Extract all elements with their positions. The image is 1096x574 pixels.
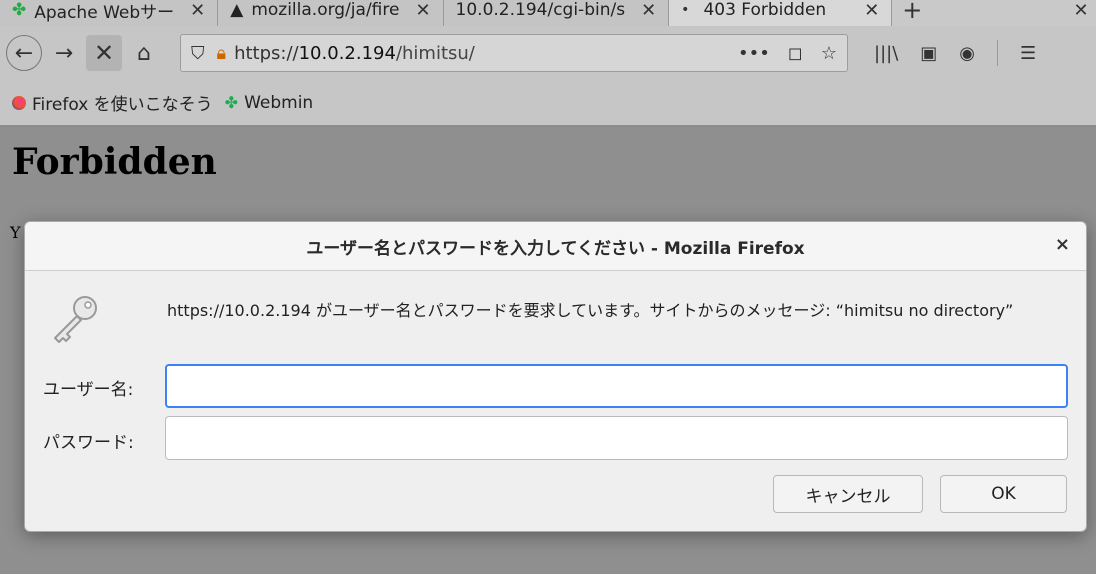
bookmark-webmin[interactable]: ✤ Webmin — [225, 93, 314, 113]
page-paragraph: Y — [10, 223, 21, 242]
username-field[interactable] — [165, 364, 1068, 408]
new-tab-button[interactable]: + — [892, 0, 932, 26]
username-label: ユーザー名: — [43, 380, 134, 400]
password-field[interactable] — [165, 416, 1068, 460]
tab-close-icon[interactable]: ✕ — [415, 0, 430, 21]
pocket-icon[interactable]: ◻ — [788, 43, 803, 64]
webmin-icon: ✤ — [224, 93, 239, 112]
dialog-title: ユーザー名とパスワードを入力してください - Mozilla Firefox — [306, 238, 805, 259]
toolbar-separator — [997, 40, 998, 66]
back-button[interactable]: ← — [6, 35, 42, 71]
password-label: パスワード: — [43, 433, 134, 453]
tab-strip: ✤ Apache Webサー ✕ ▲ mozilla.org/ja/fire ✕… — [0, 0, 1096, 26]
tab-forbidden[interactable]: • 403 Forbidden ✕ — [669, 0, 893, 26]
key-icon — [54, 296, 97, 343]
bookmark-firefox[interactable]: Firefox を使いこなそう — [12, 90, 213, 115]
window-close-icon[interactable]: ✕ — [1066, 0, 1096, 26]
dialog-message: https://10.0.2.194 がユーザー名とパスワードを要求しています。… — [167, 301, 1014, 320]
warning-icon: ▲ — [230, 0, 244, 20]
tab-apache[interactable]: ✤ Apache Webサー ✕ — [0, 0, 219, 26]
menu-icon[interactable]: ☰ — [1020, 43, 1036, 64]
url-bar[interactable]: ⛉ 🔒︎ https:// 10.0.2.194 /himitsu/ ••• ◻… — [180, 34, 848, 72]
auth-dialog: ユーザー名とパスワードを入力してください - Mozilla Firefox ×… — [24, 221, 1087, 532]
shield-icon[interactable]: ⛉ — [191, 43, 205, 64]
bookmarks-bar: Firefox を使いこなそう ✤ Webmin — [0, 80, 1096, 126]
tab-mozilla[interactable]: ▲ mozilla.org/ja/fire ✕ — [218, 0, 444, 26]
tab-label: mozilla.org/ja/fire — [251, 0, 400, 20]
apache-icon: ✤ — [12, 0, 27, 20]
home-button[interactable]: ⌂ — [126, 35, 162, 71]
tab-close-icon[interactable]: ✕ — [641, 0, 656, 21]
ok-button[interactable]: OK — [940, 475, 1067, 513]
cancel-button[interactable]: キャンセル — [773, 475, 923, 513]
url-path: /himitsu/ — [395, 42, 475, 64]
sidebar-icon[interactable]: ▣ — [920, 43, 937, 64]
tab-close-icon[interactable]: ✕ — [864, 0, 879, 21]
bookmark-label: Webmin — [244, 92, 314, 113]
lock-warning-icon[interactable]: 🔒︎ — [217, 43, 227, 64]
dialog-close-icon[interactable]: × — [1055, 234, 1070, 255]
bookmark-star-icon[interactable]: ☆ — [821, 43, 837, 64]
firefox-icon — [12, 95, 26, 110]
url-scheme: https:// — [234, 42, 299, 64]
navigation-bar: ← → ✕ ⌂ ⛉ 🔒︎ https:// 10.0.2.194 /himits… — [0, 26, 1096, 80]
tab-label: 10.0.2.194/cgi-bin/s — [455, 0, 626, 20]
tab-cgi[interactable]: 10.0.2.194/cgi-bin/s ✕ — [443, 0, 670, 26]
tab-close-icon[interactable]: ✕ — [190, 0, 205, 21]
page-heading: Forbidden — [12, 141, 217, 183]
loading-dot-icon: • — [681, 2, 690, 18]
bookmark-label: Firefox を使いこなそう — [32, 95, 213, 115]
account-icon[interactable]: ◉ — [959, 43, 975, 64]
page-actions-icon[interactable]: ••• — [738, 43, 770, 64]
dialog-titlebar: ユーザー名とパスワードを入力してください - Mozilla Firefox × — [25, 222, 1086, 271]
url-host: 10.0.2.194 — [298, 42, 396, 64]
forward-button[interactable]: → — [46, 35, 82, 71]
tab-label: Apache Webサー — [34, 2, 175, 23]
tab-label: 403 Forbidden — [703, 0, 827, 20]
stop-button[interactable]: ✕ — [86, 35, 122, 71]
library-icon[interactable]: |||\ — [874, 43, 898, 64]
